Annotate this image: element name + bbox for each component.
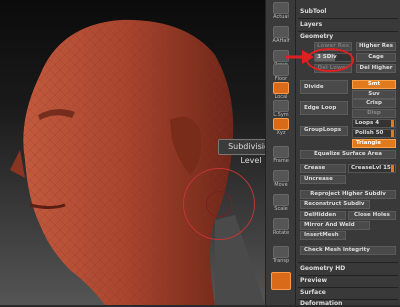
shelf-label: Xyz — [276, 130, 286, 136]
tool-panel: SubTool Layers Geometry Lower Res Higher… — [295, 0, 400, 307]
del-higher-button[interactable]: Del Higher — [356, 64, 396, 73]
geometry-header[interactable]: Geometry — [300, 33, 333, 40]
polish-label: Polish — [355, 130, 376, 136]
loops-label: Loops — [355, 120, 376, 126]
actual-icon — [273, 2, 289, 14]
actual-button[interactable]: Actual — [268, 2, 294, 24]
shelf-label: Move — [274, 182, 288, 188]
reconstruct-subdiv-button[interactable]: Reconstruct Subdiv — [300, 200, 370, 209]
transp-button[interactable]: Transp — [268, 246, 294, 268]
move-icon — [273, 170, 289, 182]
divider — [298, 262, 398, 263]
creaselvl-knob — [391, 165, 394, 172]
edge-loop-button[interactable]: Edge Loop — [300, 101, 348, 115]
close-holes-button[interactable]: Close Holes — [348, 211, 396, 220]
loops-value: 4 — [375, 120, 380, 126]
ghost-button[interactable] — [268, 272, 294, 294]
divider — [298, 275, 398, 276]
creaselvl-slider[interactable]: CreaseLvl 15 — [348, 164, 396, 173]
transp-icon — [273, 246, 289, 258]
uncrease-button[interactable]: Uncrease — [300, 175, 346, 184]
loops-knob — [391, 120, 394, 127]
shelf-label: Transp — [272, 258, 290, 264]
mirror-and-weld-button[interactable]: Mirror And Weld — [300, 221, 370, 230]
cage-button[interactable]: Cage — [356, 53, 396, 62]
reproject-higher-subdiv-button[interactable]: Reproject Higher Subdiv — [300, 190, 396, 199]
crisp-toggle[interactable]: Crisp — [352, 99, 396, 108]
divider — [298, 287, 398, 288]
aahalf-button[interactable]: AAHalf — [268, 26, 294, 48]
arrow-icon — [286, 50, 314, 64]
suv-toggle[interactable]: Suv — [352, 90, 396, 99]
shelf-label: AAHalf — [272, 38, 290, 44]
higher-res-button[interactable]: Higher Res — [356, 42, 396, 51]
delhidden-button[interactable]: DelHidden — [300, 211, 346, 220]
insertmesh-button[interactable]: InsertMesh — [300, 231, 346, 240]
preview-header[interactable]: Preview — [300, 277, 327, 284]
move-button[interactable]: Move — [268, 170, 294, 192]
divide-button[interactable]: Divide — [300, 80, 348, 94]
shelf-label: Rotate — [272, 230, 290, 236]
triangle-toggle[interactable]: Triangle — [352, 139, 396, 148]
floor-icon — [273, 64, 289, 76]
shelf-label: Actual — [273, 14, 289, 20]
scale-icon — [273, 194, 289, 206]
polish-slider[interactable]: Polish 50 — [352, 129, 396, 138]
lsym-icon — [273, 100, 289, 112]
divider — [298, 31, 398, 32]
aahalf-icon — [273, 26, 289, 38]
subtool-header[interactable]: SubTool — [300, 8, 326, 15]
check-mesh-integrity-button[interactable]: Check Mesh Integrity — [300, 246, 396, 255]
rotate-button[interactable]: Rotate — [268, 218, 294, 240]
shelf-label: Scale — [274, 206, 288, 212]
xyz-icon — [273, 118, 289, 130]
polish-knob — [391, 130, 394, 137]
frame-button[interactable]: Frame — [268, 146, 294, 168]
shelf-label: Frame — [273, 158, 289, 164]
disp-toggle[interactable]: Disp — [352, 109, 396, 118]
surface-header[interactable]: Surface — [300, 289, 326, 296]
right-shelf: Actual AAHalf Persp Floor Local L.Sym Xy… — [265, 0, 295, 305]
polish-value: 50 — [375, 130, 384, 136]
geometry-hd-header[interactable]: Geometry HD — [300, 265, 345, 272]
rotate-icon — [273, 218, 289, 230]
crease-button[interactable]: Crease — [300, 164, 346, 173]
brush-cursor-inner — [206, 191, 232, 217]
frame-icon — [273, 146, 289, 158]
loops-slider[interactable]: Loops 4 — [352, 119, 396, 128]
creaselvl-value: 15 — [383, 165, 391, 171]
local-icon — [273, 82, 289, 94]
grouploops-button[interactable]: GroupLoops — [300, 126, 348, 136]
creaselvl-label: CreaseLvl — [351, 165, 384, 171]
smt-toggle[interactable]: Smt — [352, 80, 396, 89]
scale-button[interactable]: Scale — [268, 194, 294, 216]
xyz-button[interactable]: Xyz — [268, 118, 294, 140]
layers-header[interactable]: Layers — [300, 21, 322, 28]
deformation-header[interactable]: Deformation — [300, 300, 342, 307]
equalize-surface-area-button[interactable]: Equalize Surface Area — [300, 150, 396, 159]
ghost-icon — [271, 272, 291, 290]
divider — [298, 18, 398, 19]
